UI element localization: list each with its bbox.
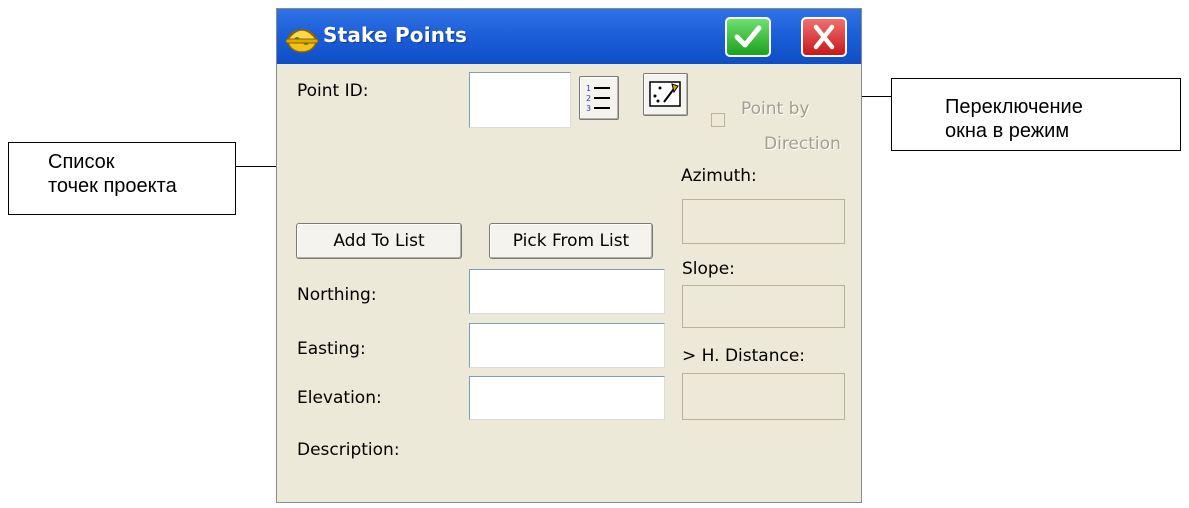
description-label: Description: [297,440,400,460]
azimuth-field [682,199,845,244]
point-by-direction-checkbox[interactable] [711,113,725,127]
points-list-button[interactable]: 1 2 3 [579,76,619,120]
northing-label: Northing: [297,285,377,305]
callout-left-line1: Список [48,151,115,173]
svg-text:2: 2 [586,94,591,103]
azimuth-label: Azimuth: [681,166,757,186]
stake-points-dialog: Stake Points Point ID: 1 2 3 Point by Di… [276,8,862,503]
dialog-title: Stake Points [323,23,468,47]
survey-helmet-icon [283,19,321,55]
easting-input[interactable] [469,323,665,368]
point-by-direction-label-line2: Direction [764,134,841,154]
add-to-list-button[interactable]: Add To List [296,223,462,259]
close-icon [813,24,835,50]
callout-right-line1: Переключение [945,96,1083,118]
slope-field [682,285,845,328]
ok-button[interactable] [725,17,771,57]
svg-text:1: 1 [586,84,591,93]
northing-input[interactable] [469,269,665,314]
title-bar: Stake Points [277,9,861,64]
pick-from-list-button[interactable]: Pick From List [489,223,653,259]
h-distance-label: > H. Distance: [682,346,806,366]
svg-text:3: 3 [586,104,591,113]
cancel-button[interactable] [801,17,847,57]
easting-label: Easting: [297,339,366,359]
checkmark-icon [734,25,762,48]
point-by-direction-label-line1: Point by [741,99,810,119]
callout-right-line2: окна в режим [945,120,1070,142]
elevation-input[interactable] [469,376,665,420]
elevation-label: Elevation: [297,388,382,408]
map-view-icon [649,81,681,107]
numbered-list-icon: 1 2 3 [586,84,610,113]
point-id-input[interactable] [469,72,571,128]
map-view-toggle-button[interactable] [643,73,688,116]
h-distance-field [682,373,845,420]
point-id-label: Point ID: [297,81,369,101]
callout-left-line2: точек проекта [48,175,177,197]
slope-label: Slope: [682,259,735,279]
